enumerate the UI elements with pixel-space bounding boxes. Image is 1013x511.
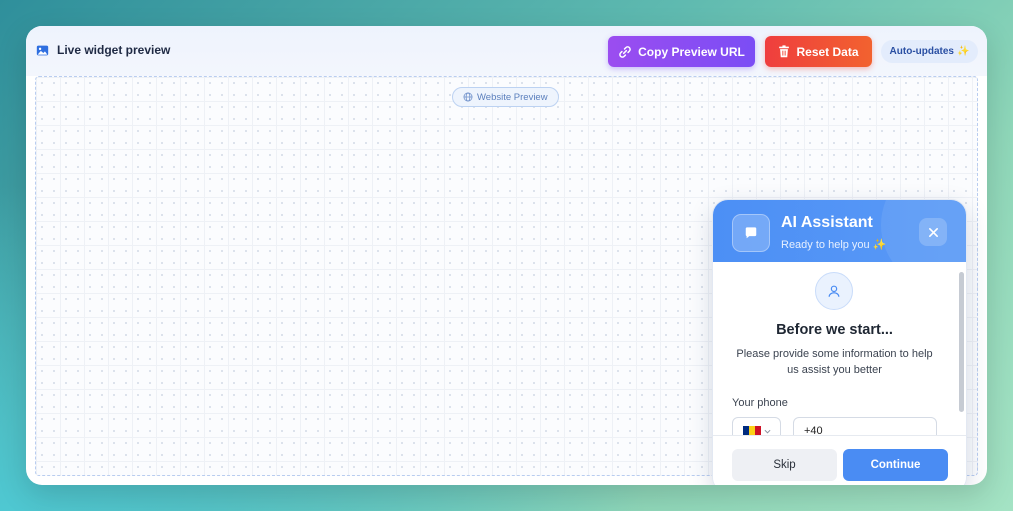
body-scrollbar[interactable] bbox=[959, 272, 964, 412]
widget-close-button[interactable] bbox=[919, 218, 947, 246]
flag-romania-icon bbox=[742, 425, 761, 435]
website-preview-label: Website Preview bbox=[477, 91, 548, 103]
website-preview-pill: Website Preview bbox=[452, 87, 559, 107]
widget-footer: Skip Continue bbox=[713, 435, 966, 485]
widget-body: Before we start... Please provide some i… bbox=[713, 262, 966, 435]
phone-label: Your phone bbox=[732, 397, 788, 409]
copy-preview-url-button[interactable]: Copy Preview URL bbox=[608, 36, 755, 67]
assistant-avatar bbox=[732, 214, 770, 252]
header-title-group: Live widget preview bbox=[36, 43, 170, 57]
sparkles-icon: ✨ bbox=[957, 46, 970, 57]
country-code-select[interactable] bbox=[732, 417, 781, 435]
trash-icon bbox=[779, 45, 790, 58]
chevron-down-icon bbox=[764, 429, 770, 434]
link-icon bbox=[619, 45, 631, 58]
user-icon bbox=[828, 285, 840, 297]
reset-data-label: Reset Data bbox=[796, 44, 859, 59]
user-avatar bbox=[815, 272, 853, 310]
continue-button[interactable]: Continue bbox=[843, 449, 948, 481]
reset-data-button[interactable]: Reset Data bbox=[765, 36, 872, 67]
image-icon bbox=[36, 45, 49, 55]
chat-bubble-icon bbox=[745, 227, 757, 239]
globe-icon bbox=[463, 92, 473, 102]
form-description: Please provide some information to help … bbox=[736, 348, 933, 376]
widget-title: AI Assistant bbox=[781, 214, 873, 231]
copy-preview-url-label: Copy Preview URL bbox=[638, 44, 745, 59]
skip-button[interactable]: Skip bbox=[732, 449, 837, 481]
form-title: Before we start... bbox=[776, 322, 893, 338]
chat-widget: AI Assistant Ready to help you ✨ Before … bbox=[712, 199, 967, 485]
preview-card: Live widget preview Copy Preview URL Res… bbox=[26, 26, 987, 485]
phone-input[interactable] bbox=[793, 417, 937, 435]
widget-subtitle: Ready to help you ✨ bbox=[781, 238, 886, 251]
page-title: Live widget preview bbox=[57, 43, 171, 57]
card-header: Live widget preview Copy Preview URL Res… bbox=[26, 26, 987, 76]
widget-header: AI Assistant Ready to help you ✨ bbox=[713, 200, 966, 262]
sparkles-icon: ✨ bbox=[872, 239, 887, 251]
auto-updates-label: Auto-updates bbox=[889, 46, 954, 57]
website-preview-area: Website Preview AI Assistant Ready to he… bbox=[35, 76, 978, 485]
widget-subtitle-text: Ready to help you bbox=[781, 239, 870, 251]
auto-updates-badge: Auto-updates ✨ bbox=[881, 40, 978, 63]
close-icon bbox=[928, 227, 938, 237]
